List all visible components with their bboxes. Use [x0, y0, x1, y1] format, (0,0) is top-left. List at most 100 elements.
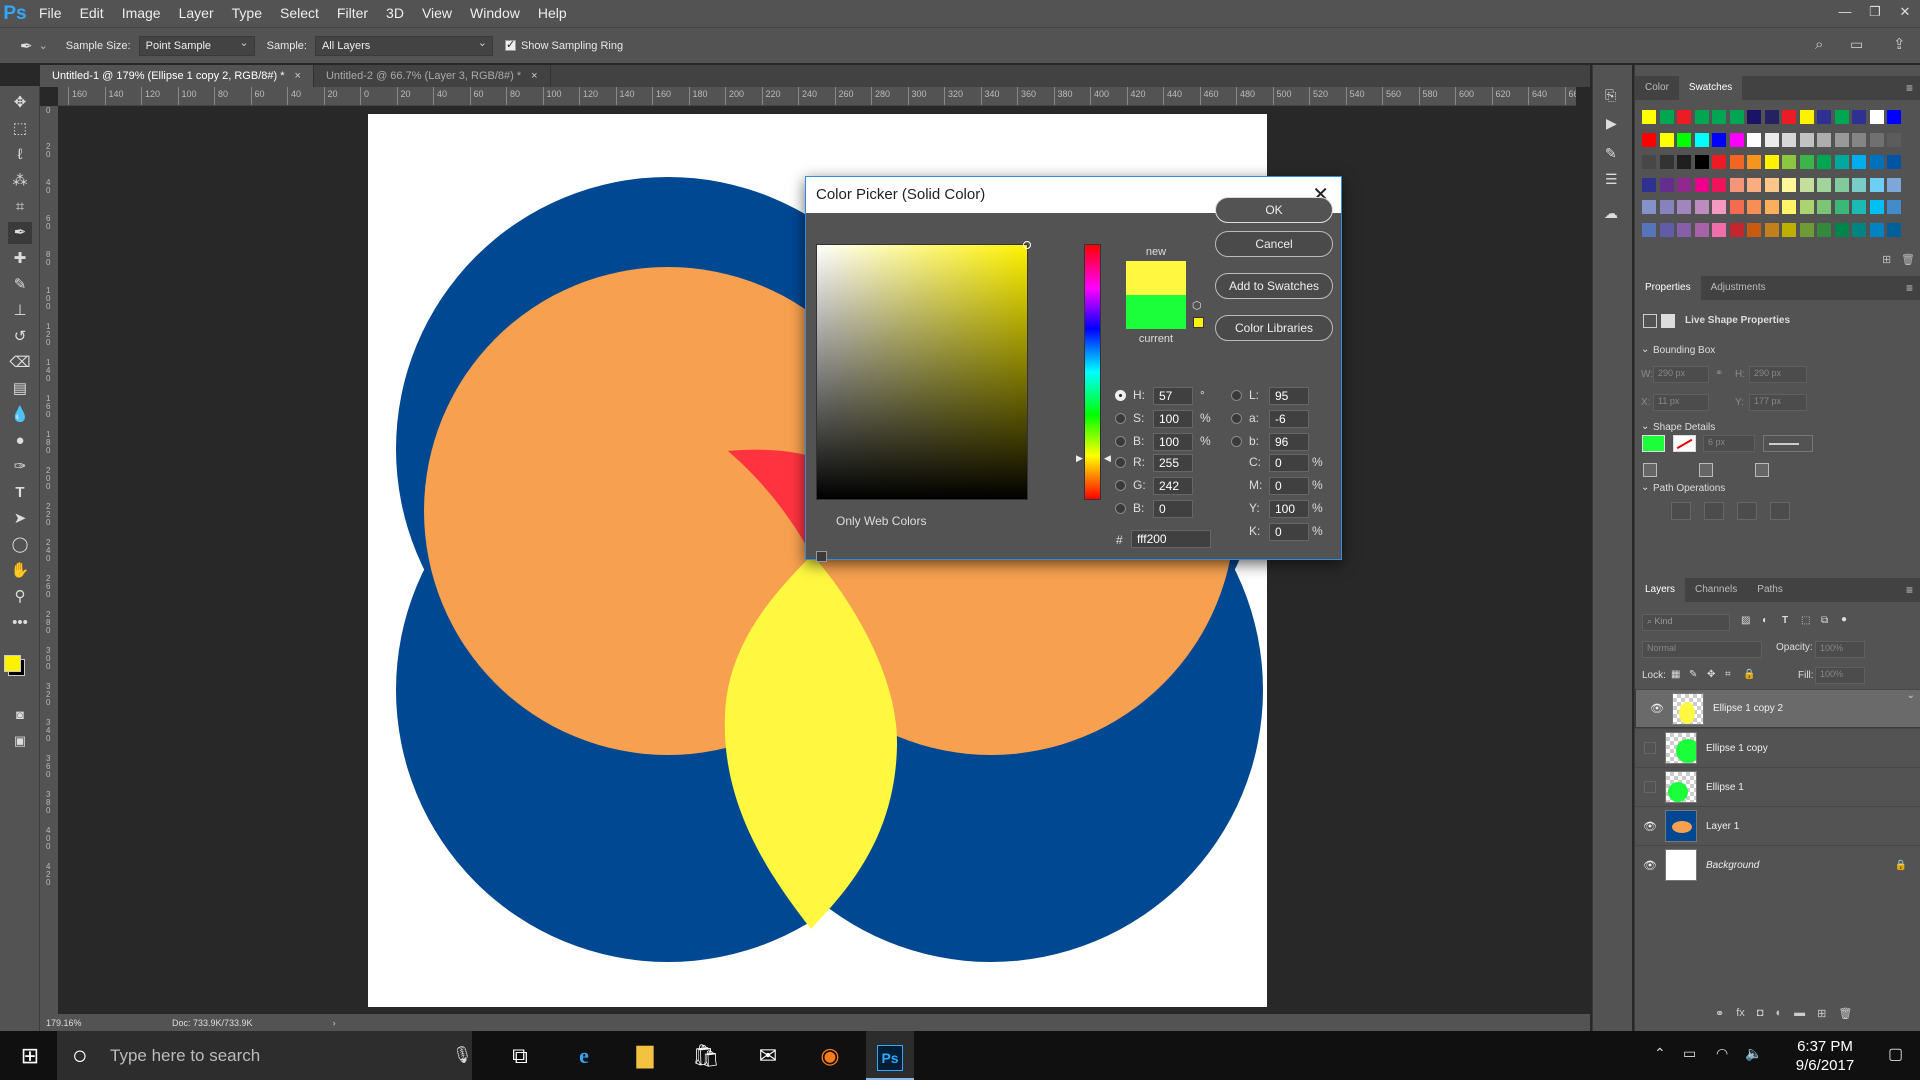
search-icon[interactable]: ⌕	[1815, 36, 1823, 53]
color-swatch[interactable]	[1659, 155, 1674, 169]
color-swatch[interactable]	[1887, 200, 1901, 214]
x-field[interactable]: 11 px	[1653, 394, 1709, 411]
volume-icon[interactable]: 🔈	[1745, 1045, 1762, 1062]
chevron-down-icon[interactable]: ⌄	[1641, 482, 1649, 493]
value-field[interactable]: 100	[1153, 410, 1193, 428]
channel-radio[interactable]	[1115, 457, 1126, 468]
color-swatch[interactable]	[1834, 132, 1849, 147]
type-filter-icon[interactable]: T	[1782, 615, 1788, 626]
smartobject-filter-icon[interactable]: ⧉	[1821, 615, 1828, 626]
libraries-icon[interactable]: ☁	[1604, 205, 1618, 222]
fx-icon[interactable]: fx	[1736, 1007, 1745, 1020]
edge-icon[interactable]: e	[560, 1031, 608, 1080]
layer-row[interactable]: 👁 Layer 1	[1635, 806, 1920, 845]
tab-paths[interactable]: Paths	[1747, 578, 1793, 602]
tab-color[interactable]: Color	[1635, 76, 1679, 100]
color-swatch[interactable]	[1869, 110, 1884, 124]
color-swatch[interactable]	[1729, 222, 1744, 237]
firefox-icon[interactable]: ◉	[806, 1031, 854, 1080]
color-swatch[interactable]	[1817, 177, 1831, 192]
color-swatch[interactable]	[1764, 110, 1779, 124]
panel-menu-icon[interactable]: ≡	[1906, 81, 1913, 95]
color-swatch[interactable]	[1659, 177, 1674, 192]
intersect-shapes-icon[interactable]	[1737, 502, 1757, 520]
microphone-icon[interactable]: 🎙	[452, 1031, 472, 1080]
show-sampling-ring-checkbox[interactable]	[504, 38, 516, 51]
color-swatch[interactable]	[1887, 132, 1901, 147]
file-explorer-icon[interactable]: ▇	[621, 1031, 669, 1080]
layer-row[interactable]: Ellipse 1	[1635, 767, 1920, 806]
menu-filter[interactable]: Filter	[328, 0, 377, 27]
tab-layers[interactable]: Layers	[1635, 578, 1686, 602]
color-swatch[interactable]	[1817, 132, 1831, 147]
gamut-correction-swatch[interactable]	[1193, 317, 1204, 328]
value-field[interactable]: 100	[1269, 500, 1309, 518]
color-swatch[interactable]	[1747, 222, 1761, 237]
value-field[interactable]: 0	[1153, 500, 1193, 518]
adjustment-layer-icon[interactable]: ◐	[1775, 1007, 1782, 1020]
color-swatch[interactable]	[1887, 155, 1901, 169]
color-swatch[interactable]	[1677, 155, 1691, 169]
color-swatch[interactable]	[1694, 155, 1709, 169]
color-field[interactable]	[816, 241, 1031, 500]
photoshop-taskbar-icon[interactable]: Ps	[866, 1031, 914, 1080]
color-swatch[interactable]	[1729, 200, 1744, 214]
color-field-cursor[interactable]	[1023, 241, 1031, 249]
menu-layer[interactable]: Layer	[170, 0, 223, 27]
layer-row[interactable]: 👁 Background 🔒	[1635, 845, 1920, 884]
filter-toggle-icon[interactable]: ●	[1841, 614, 1847, 625]
color-swatch[interactable]	[1799, 132, 1814, 147]
tab-adjustments[interactable]: Adjustments	[1701, 276, 1776, 300]
color-swatch[interactable]	[1642, 155, 1656, 169]
preset-chevron-icon[interactable]: ⌄	[39, 39, 48, 52]
value-field[interactable]: 100	[1153, 433, 1193, 451]
eyedropper-tool-icon[interactable]: ✒	[8, 222, 32, 244]
menu-window[interactable]: Window	[461, 0, 529, 27]
color-libraries-button[interactable]: Color Libraries	[1215, 315, 1333, 341]
windows-start-icon[interactable]: ⊞	[6, 1031, 54, 1080]
screen-mode-icon[interactable]: ▣	[8, 730, 32, 752]
layer-name[interactable]: Ellipse 1 copy	[1706, 743, 1768, 754]
menu-type[interactable]: Type	[223, 0, 271, 27]
document-tab[interactable]: Untitled-1 @ 179% (Ellipse 1 copy 2, RGB…	[40, 65, 314, 87]
color-swatch[interactable]	[1852, 177, 1866, 192]
color-swatch[interactable]	[1747, 110, 1761, 124]
value-field[interactable]: 0	[1269, 477, 1309, 495]
color-swatch[interactable]	[1747, 177, 1761, 192]
type-tool-icon[interactable]: T	[8, 482, 32, 504]
quick-mask-icon[interactable]: ◙	[8, 704, 32, 726]
tab-properties[interactable]: Properties	[1635, 276, 1701, 300]
color-swatch[interactable]	[1834, 177, 1849, 192]
history-brush-tool-icon[interactable]: ↺	[8, 326, 32, 348]
hue-slider-right-arrow[interactable]: ◀	[1104, 453, 1111, 464]
color-swatch[interactable]	[1729, 110, 1744, 124]
color-swatch[interactable]	[1869, 222, 1884, 237]
taskbar-search[interactable]: ○ Type here to search 🎙	[57, 1031, 472, 1080]
color-swatch[interactable]	[1659, 110, 1674, 124]
zoom-tool-icon[interactable]: ⚲	[8, 586, 32, 608]
marquee-tool-icon[interactable]: ⬚	[8, 118, 32, 140]
color-swatch[interactable]	[1694, 132, 1709, 147]
color-swatch[interactable]	[1869, 200, 1884, 214]
color-swatch[interactable]	[1887, 177, 1901, 192]
color-swatch[interactable]	[1677, 200, 1691, 214]
gradient-tool-icon[interactable]: ▤	[8, 378, 32, 400]
layer-name[interactable]: Ellipse 1 copy 2	[1713, 700, 1783, 718]
new-swatch-icon[interactable]: ⊞	[1882, 253, 1891, 266]
color-swatch[interactable]	[1782, 200, 1796, 214]
align-stroke-icon[interactable]	[1643, 463, 1657, 477]
color-swatch[interactable]	[1729, 132, 1744, 147]
color-swatch[interactable]	[1869, 132, 1884, 147]
stamp-tool-icon[interactable]: ⊥	[8, 300, 32, 322]
channel-radio[interactable]	[1115, 480, 1126, 491]
color-swatch[interactable]	[1799, 155, 1814, 169]
color-swatch[interactable]	[1659, 200, 1674, 214]
color-swatch[interactable]	[1852, 222, 1866, 237]
link-icon[interactable]: ⚭	[1715, 368, 1723, 379]
value-field[interactable]: 95	[1269, 387, 1309, 405]
add-to-swatches-button[interactable]: Add to Swatches	[1215, 273, 1333, 299]
hand-tool-icon[interactable]: ✋	[8, 560, 32, 582]
color-swatch[interactable]	[1764, 177, 1779, 192]
only-web-colors-checkbox[interactable]	[816, 551, 827, 562]
minimize-icon[interactable]: —	[1830, 0, 1860, 27]
